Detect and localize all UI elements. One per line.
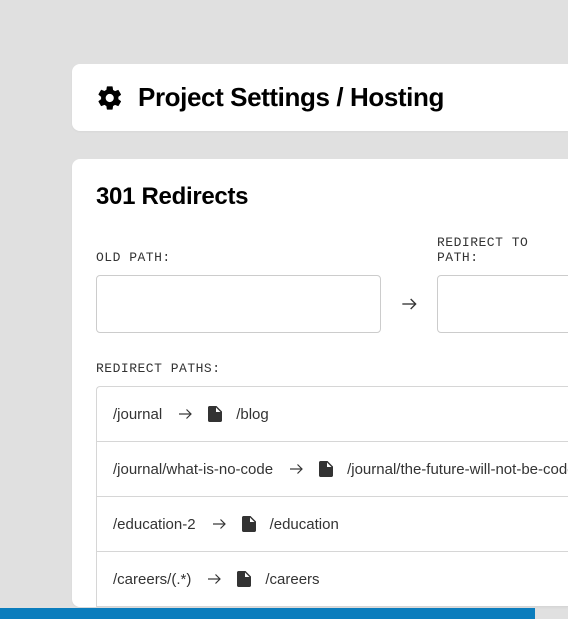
redirect-to-label: REDIRECT TO PATH: [437,235,568,265]
old-path-field: OLD PATH: [96,250,381,333]
old-path-label: OLD PATH: [96,250,381,265]
redirect-from: /journal/what-is-no-code [113,461,273,478]
redirect-row[interactable]: /careers/(.*) /careers [97,552,568,607]
file-icon [242,516,256,532]
arrow-right-icon [205,570,223,588]
redirect-to-input[interactable] [437,275,568,333]
gear-icon [96,84,124,112]
bottom-bar [0,608,535,619]
arrow-icon [399,275,419,333]
arrow-right-icon [176,405,194,423]
file-icon [237,571,251,587]
redirect-to: /education [270,516,339,533]
redirects-card: 301 Redirects OLD PATH: REDIRECT TO PATH… [72,159,568,607]
redirect-from: /careers/(.*) [113,571,191,588]
redirect-list: /journal/blog/journal/what-is-no-code/jo… [96,386,568,607]
redirect-form: OLD PATH: REDIRECT TO PATH: [96,235,568,333]
old-path-input[interactable] [96,275,381,333]
redirect-from: /journal [113,406,162,423]
redirect-row[interactable]: /journal/what-is-no-code/journal/the-fut… [97,442,568,497]
arrow-right-icon [210,515,228,533]
arrow-right-icon [287,460,305,478]
header-card: Project Settings / Hosting [72,64,568,131]
redirect-to: /careers [265,571,319,588]
file-icon [208,406,222,422]
page-title: Project Settings / Hosting [138,82,444,113]
redirect-from: /education-2 [113,516,196,533]
redirect-to: /journal/the-future-will-not-be-coded [347,461,568,478]
file-icon [319,461,333,477]
redirect-list-label: REDIRECT PATHS: [96,361,568,376]
redirect-to: /blog [236,406,269,423]
section-title: 301 Redirects [96,183,568,211]
redirect-row[interactable]: /education-2/education [97,497,568,552]
redirect-to-field: REDIRECT TO PATH: [437,235,568,333]
redirect-row[interactable]: /journal/blog [97,387,568,442]
